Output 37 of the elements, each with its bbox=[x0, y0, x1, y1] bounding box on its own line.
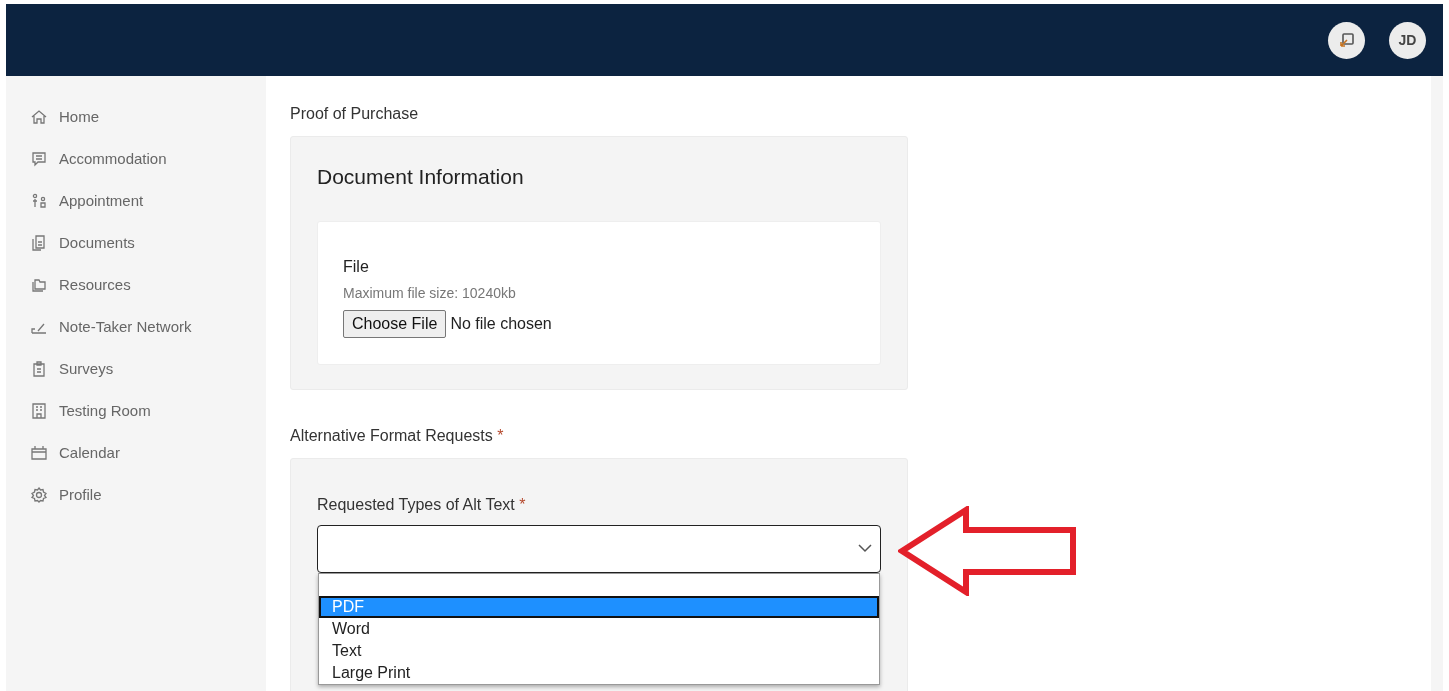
sidebar-item[interactable]: Documents bbox=[30, 222, 266, 264]
sidebar-item[interactable]: Testing Room bbox=[30, 390, 266, 432]
chevron-icon bbox=[858, 542, 872, 553]
field-label: File bbox=[343, 256, 370, 277]
dropdown-option[interactable]: PDF bbox=[319, 595, 879, 618]
sidebar-item[interactable]: Home bbox=[30, 96, 266, 138]
sidebar-item[interactable]: Profile bbox=[30, 474, 266, 516]
choose-file-button[interactable]: Choose File bbox=[343, 309, 447, 338]
dropdown-option[interactable]: Text bbox=[319, 639, 879, 662]
required-mark: * bbox=[497, 426, 504, 444]
sidebar-item[interactable]: Calendar bbox=[30, 432, 266, 474]
sidebar-item[interactable]: Resources bbox=[30, 264, 266, 306]
sidebar-item[interactable]: Appointment bbox=[30, 180, 266, 222]
dropdown-option[interactable]: Word bbox=[319, 617, 879, 640]
folder-icon bbox=[30, 276, 48, 294]
sidebar-item[interactable]: Accommodation bbox=[30, 138, 266, 180]
panel-title: Document Information bbox=[317, 164, 525, 190]
user-avatar[interactable]: JD bbox=[1389, 21, 1426, 59]
file-status: No file chosen bbox=[450, 313, 552, 334]
building-icon bbox=[30, 402, 48, 420]
document-icon bbox=[30, 234, 48, 252]
dropdown-option[interactable]: Large Print bbox=[319, 661, 879, 684]
sidebar-item[interactable]: Note-Taker Network bbox=[30, 306, 266, 348]
hint-text: Maximum file size: 10240kb bbox=[343, 283, 517, 303]
clipboard-icon bbox=[30, 360, 48, 378]
section-title: Alternative Format Requests bbox=[290, 426, 493, 444]
sidebar-item[interactable]: Surveys bbox=[30, 348, 266, 390]
chat-icon bbox=[30, 150, 48, 168]
field-label: Requested Types of Alt Text bbox=[317, 495, 515, 513]
gear-icon bbox=[30, 486, 48, 504]
home-icon bbox=[30, 108, 48, 126]
required-mark: * bbox=[519, 495, 526, 513]
expand-button[interactable] bbox=[1328, 21, 1365, 59]
expand-icon bbox=[1338, 32, 1355, 48]
people-icon bbox=[30, 192, 48, 210]
calendar-icon bbox=[30, 444, 48, 462]
section-title: Proof of Purchase bbox=[290, 104, 420, 124]
